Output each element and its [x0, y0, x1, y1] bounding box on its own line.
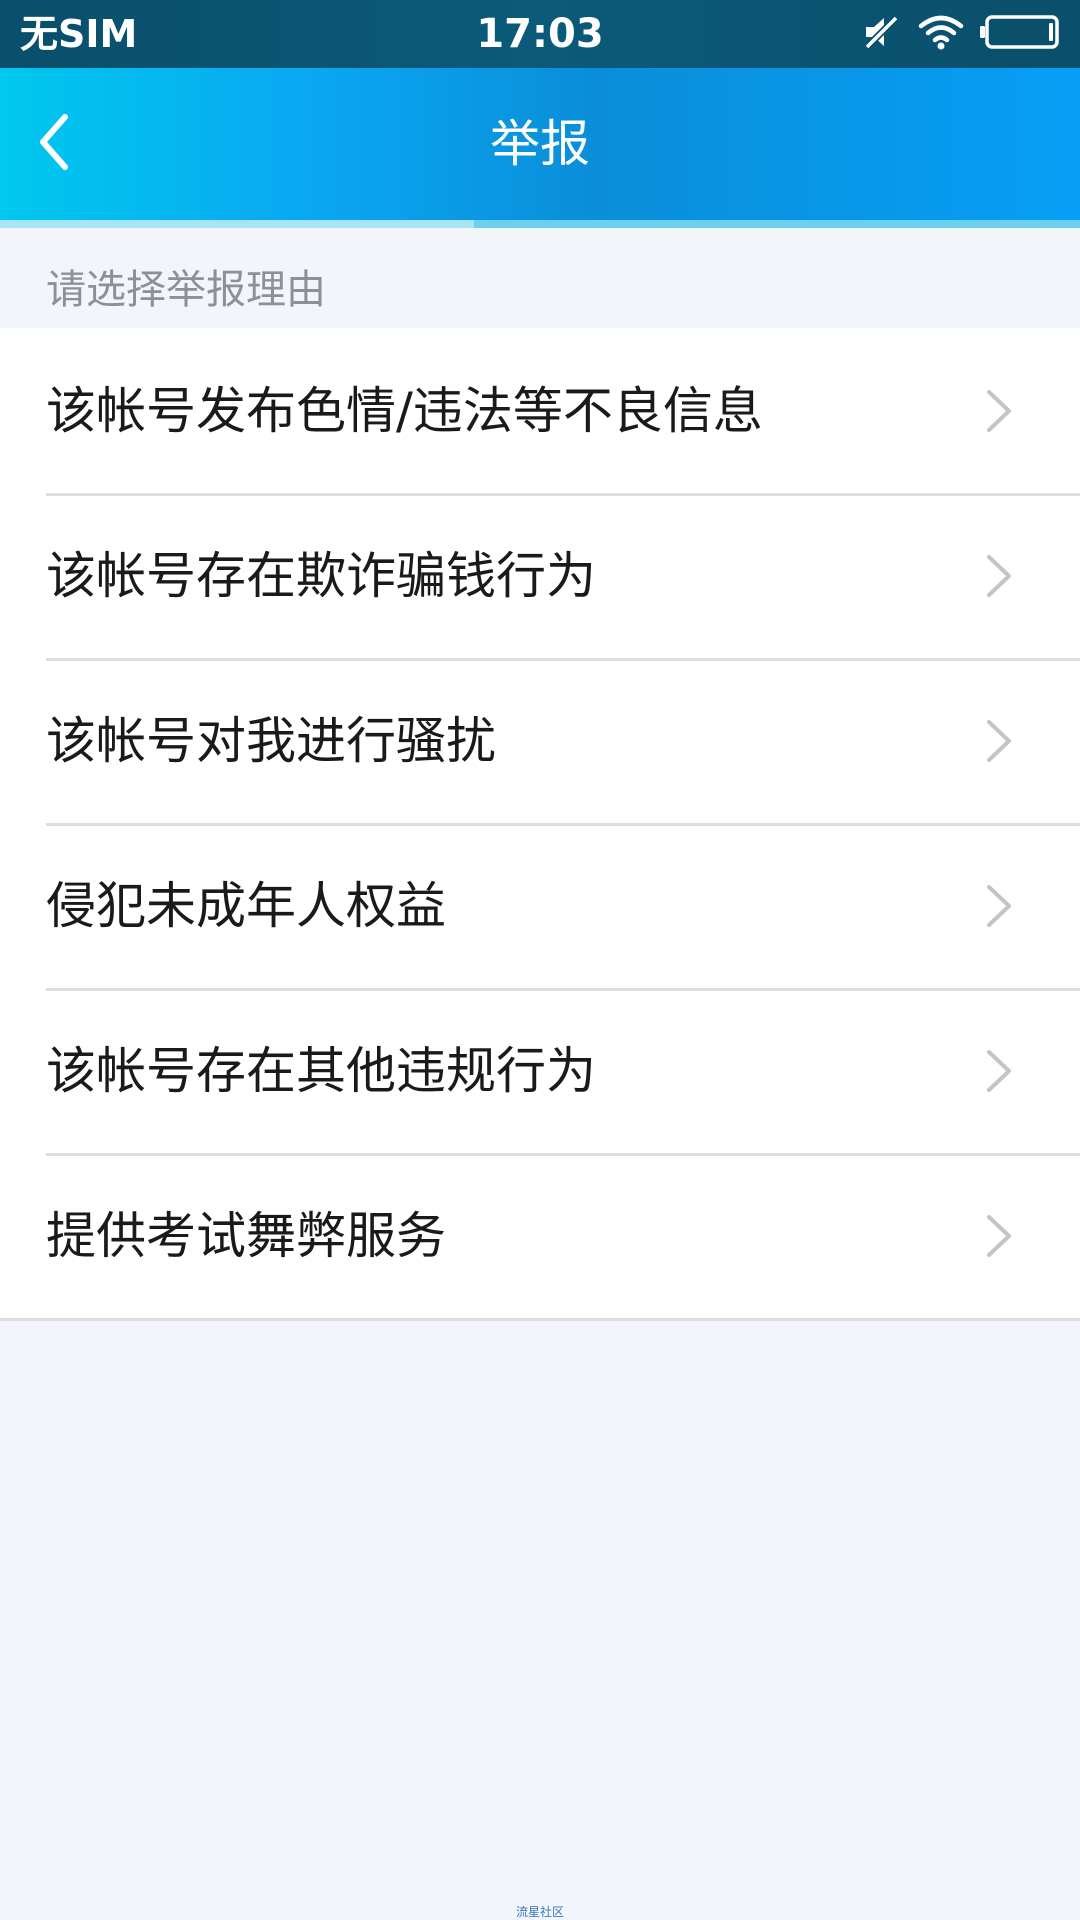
- reason-label: 该帐号发布色情/违法等不良信息: [46, 381, 763, 440]
- chevron-right-icon: [987, 719, 1011, 762]
- section-label: 请选择举报理由: [46, 267, 326, 313]
- watermark: 流星社区: [515, 1905, 564, 1919]
- reason-item-other-violation[interactable]: 该帐号存在其他违规行为: [0, 988, 1080, 1153]
- wifi-icon: [918, 12, 964, 56]
- battery-icon: [980, 14, 1060, 54]
- header-divider: [0, 220, 1080, 228]
- reason-label: 该帐号存在欺诈骗钱行为: [46, 546, 596, 605]
- reason-label: 提供考试舞弊服务: [46, 1206, 446, 1265]
- reason-item-explicit-illegal[interactable]: 该帐号发布色情/违法等不良信息: [0, 328, 1080, 493]
- reason-label: 该帐号对我进行骚扰: [46, 711, 496, 770]
- status-icons: [862, 12, 1060, 56]
- header-highlight-bar: [0, 220, 474, 228]
- reason-list: 该帐号发布色情/违法等不良信息 该帐号存在欺诈骗钱行为 该帐号对我进行骚扰 侵犯…: [0, 328, 1080, 1321]
- mute-icon: [862, 12, 902, 56]
- reason-item-fraud[interactable]: 该帐号存在欺诈骗钱行为: [0, 493, 1080, 658]
- status-bar: 无SIM 17:03: [0, 0, 1080, 68]
- chevron-right-icon: [987, 884, 1011, 927]
- reason-label: 该帐号存在其他违规行为: [46, 1041, 596, 1100]
- chevron-right-icon: [987, 554, 1011, 597]
- chevron-right-icon: [987, 1214, 1011, 1257]
- chevron-right-icon: [987, 1049, 1011, 1092]
- page-title: 举报: [490, 115, 590, 173]
- app-header: 无SIM 17:03 举报: [0, 0, 1080, 228]
- reason-label: 侵犯未成年人权益: [46, 876, 446, 935]
- reason-item-harassment[interactable]: 该帐号对我进行骚扰: [0, 658, 1080, 823]
- nav-bar: 举报: [0, 68, 1080, 220]
- chevron-right-icon: [987, 389, 1011, 432]
- reason-item-minor-rights[interactable]: 侵犯未成年人权益: [0, 823, 1080, 988]
- reason-item-exam-cheating[interactable]: 提供考试舞弊服务: [0, 1153, 1080, 1318]
